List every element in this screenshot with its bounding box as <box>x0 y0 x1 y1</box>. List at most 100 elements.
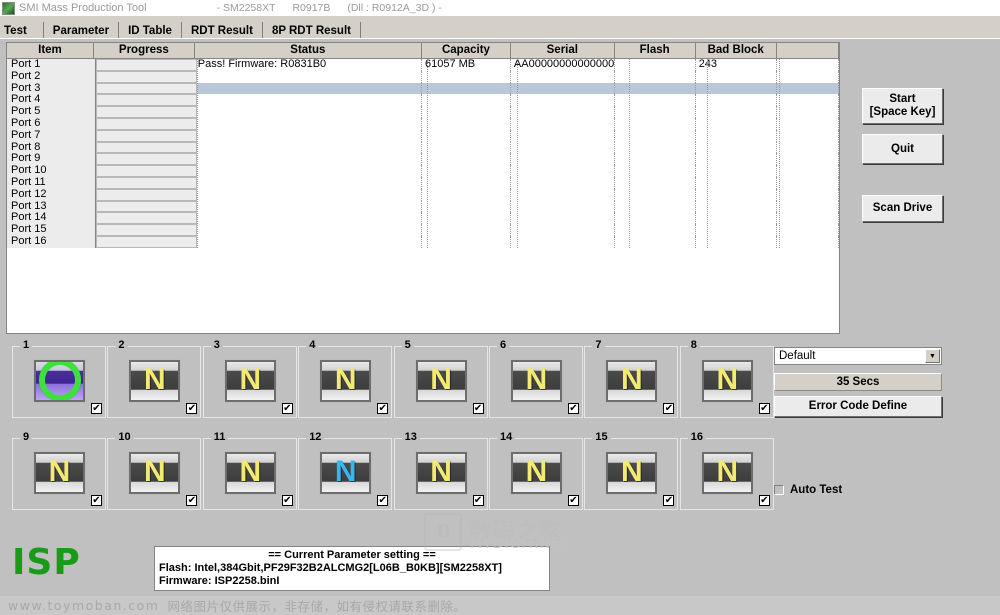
port-tile[interactable]: 16 N ✔ <box>679 432 774 510</box>
grid-divider-flash <box>707 59 708 248</box>
cell-item: Port 12 <box>11 188 47 200</box>
port-tile-glyph: N <box>525 455 548 488</box>
port-enable-checkbox[interactable]: ✔ <box>186 403 198 414</box>
port-enable-checkbox[interactable]: ✔ <box>91 403 102 414</box>
cell-status <box>195 82 422 95</box>
port-enable-checkbox[interactable]: ✔ <box>568 495 579 506</box>
scan-drive-button[interactable]: Scan Drive <box>862 195 943 222</box>
tab-8p-rdt-result[interactable]: 8P RDT Result <box>261 22 361 38</box>
port-status-table[interactable]: Item Progress Status Capacity Serial Fla… <box>6 42 840 334</box>
port-tile[interactable]: 4 N ✔ <box>298 340 393 418</box>
column-header-serial[interactable]: Serial <box>510 43 615 58</box>
tab-id-table[interactable]: ID Table <box>118 22 182 38</box>
port-tile[interactable]: 14 N ✔ <box>489 432 583 510</box>
start-button[interactable]: Start [Space Key] <box>862 88 943 124</box>
port-enable-checkbox[interactable]: ✔ <box>663 403 675 414</box>
start-button-label-line1: Start <box>889 93 916 105</box>
cell-flash <box>615 129 696 142</box>
column-header-item[interactable]: Item <box>7 43 94 58</box>
cell-status <box>195 129 422 142</box>
column-header-bad-block[interactable]: Bad Block <box>695 43 777 58</box>
port-tile[interactable]: 1O ✔ <box>12 340 106 418</box>
auto-test-checkbox-box[interactable] <box>774 485 784 495</box>
port-tile[interactable]: 8 N ✔ <box>679 340 774 418</box>
port-tile[interactable]: 6 N ✔ <box>489 340 583 418</box>
auto-test-checkbox[interactable]: Auto Test <box>774 484 842 496</box>
port-tile[interactable]: 5 N ✔ <box>393 340 488 418</box>
port-tile-glyph: N <box>430 455 452 488</box>
port-active-icon: N <box>320 452 372 494</box>
cell-capacity <box>422 235 511 248</box>
progress-bar <box>96 82 197 95</box>
port-tile[interactable]: 15 N ✔ <box>584 432 679 510</box>
tab-test[interactable]: Test <box>0 22 44 38</box>
quit-button[interactable]: Quit <box>862 134 943 164</box>
table-body: Port 1 Pass! Firmware: R0831B0 61057 MB AA0… <box>7 59 839 248</box>
port-enable-checkbox[interactable]: ✔ <box>758 495 770 506</box>
start-button-label-line2: [Space Key] <box>869 106 936 118</box>
port-enable-checkbox[interactable]: ✔ <box>472 495 484 506</box>
window-subtitle-version: R0917B <box>292 2 331 14</box>
cell-capacity <box>422 82 511 95</box>
port-tile[interactable]: 13 N ✔ <box>393 432 488 510</box>
port-tile[interactable]: 12 N ✔ <box>298 432 393 510</box>
port-tile[interactable]: 9 N ✔ <box>12 432 106 510</box>
tab-parameter[interactable]: Parameter <box>42 22 120 38</box>
port-tile-glyph: N <box>144 455 166 488</box>
port-enable-checkbox[interactable]: ✔ <box>281 495 293 506</box>
port-tile[interactable]: 7 N ✔ <box>584 340 679 418</box>
cell-serial <box>511 70 615 83</box>
cell-item: Port 3 <box>11 82 41 94</box>
port-tile[interactable]: 2 N ✔ <box>107 340 202 418</box>
progress-bar <box>96 212 197 225</box>
cell-status <box>195 117 422 130</box>
port-tile-glyph: N <box>239 363 262 396</box>
port-enable-checkbox[interactable]: ✔ <box>758 403 770 414</box>
progress-bar <box>96 177 197 189</box>
port-tile-glyph: N <box>621 363 643 396</box>
port-tile[interactable]: 3 N ✔ <box>202 340 297 418</box>
column-header-capacity[interactable]: Capacity <box>421 43 511 58</box>
port-enable-checkbox[interactable]: ✔ <box>568 403 579 414</box>
port-enable-checkbox[interactable]: ✔ <box>472 403 484 414</box>
port-enable-checkbox[interactable]: ✔ <box>377 403 389 414</box>
column-header-status[interactable]: Status <box>194 43 422 58</box>
cell-status <box>195 188 422 201</box>
error-code-define-button[interactable]: Error Code Define <box>774 396 942 417</box>
cell-capacity <box>422 141 511 154</box>
port-enable-checkbox[interactable]: ✔ <box>281 403 293 414</box>
column-header-blank[interactable] <box>776 43 839 58</box>
cell-item: Port 7 <box>11 129 41 141</box>
port-idle-icon: N <box>224 360 276 402</box>
port-enable-checkbox[interactable]: ✔ <box>91 495 102 506</box>
port-enable-checkbox[interactable]: ✔ <box>377 495 389 506</box>
cell-capacity: 61057 MB <box>422 59 511 71</box>
port-enable-checkbox[interactable]: ✔ <box>663 495 675 506</box>
port-tile[interactable]: 10 N ✔ <box>107 432 202 510</box>
cell-serial <box>511 94 615 107</box>
cell-capacity <box>422 106 511 118</box>
cell-flash <box>615 165 696 177</box>
progress-bar <box>96 106 197 118</box>
profile-select[interactable]: Default ▼ <box>774 347 942 365</box>
cell-item: Port 1 <box>11 59 41 70</box>
title-bar: SMI Mass Production Tool - SM2258XT R091… <box>0 0 1000 16</box>
cell-item: Port 9 <box>11 153 41 165</box>
port-enable-checkbox[interactable]: ✔ <box>186 495 198 506</box>
port-tile-glyph: N <box>525 363 548 396</box>
chevron-down-icon[interactable]: ▼ <box>925 349 940 363</box>
port-tile-glyph: N <box>144 363 166 396</box>
watermark-badge-icon: D <box>424 513 462 551</box>
tab-rdt-result[interactable]: RDT Result <box>180 22 263 38</box>
cell-serial <box>511 82 615 95</box>
port-tile[interactable]: 11 N ✔ <box>202 432 297 510</box>
port-tile-number: 1 <box>20 340 33 351</box>
port-tile-number: 7 <box>592 340 605 351</box>
column-header-progress[interactable]: Progress <box>93 43 195 58</box>
cell-status <box>195 224 422 236</box>
isp-logo: ISP <box>12 542 81 583</box>
column-header-flash[interactable]: Flash <box>614 43 696 58</box>
port-tile-number: 8 <box>687 340 700 351</box>
port-idle-icon: N <box>511 452 562 494</box>
cell-serial <box>511 117 615 130</box>
